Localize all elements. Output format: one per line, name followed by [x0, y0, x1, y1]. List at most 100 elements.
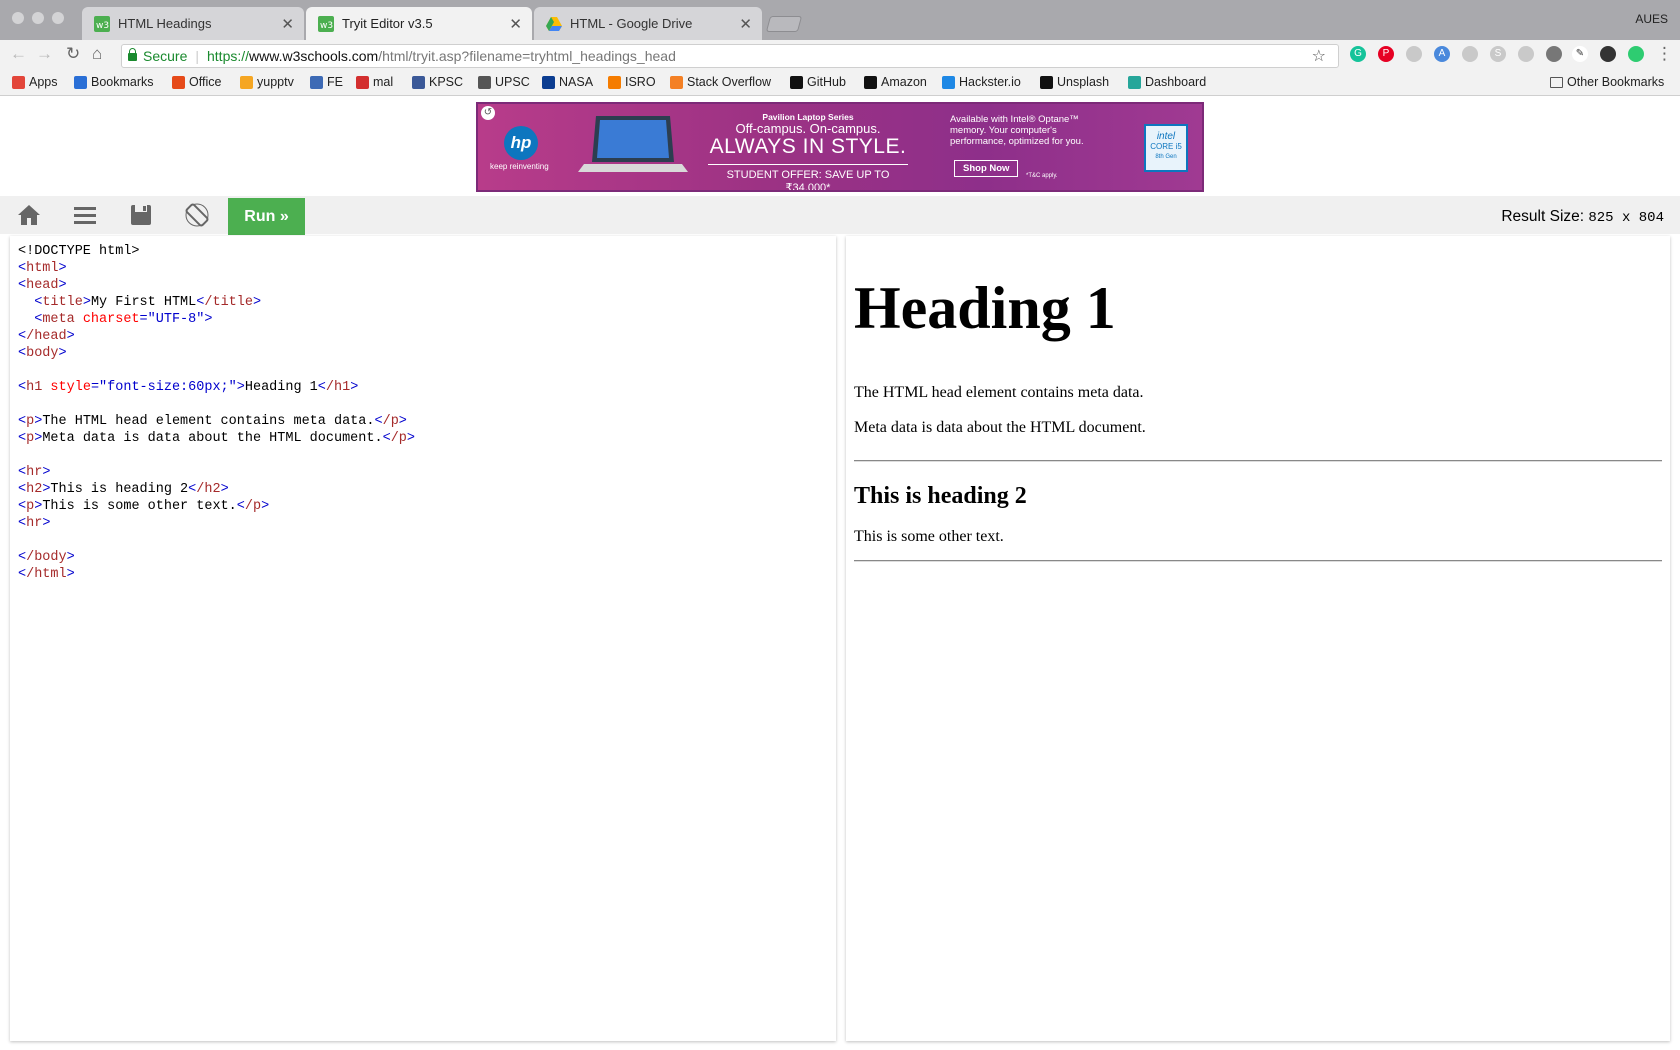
url-path: /html/tryit.asp?filename=tryhtml_heading…	[378, 48, 676, 64]
bookmark-github[interactable]: GitHub	[790, 75, 846, 89]
secure-label: Secure	[143, 48, 188, 64]
bookmark-mal[interactable]: mal	[356, 75, 393, 89]
ad-terms: *T&C apply.	[1026, 173, 1058, 179]
intel-brand: intel	[1156, 131, 1176, 142]
svg-text:w3: w3	[320, 21, 333, 31]
close-window-button[interactable]	[12, 12, 24, 24]
result-hr-2	[854, 560, 1662, 562]
bookmark-apps[interactable]: Apps	[12, 75, 58, 89]
bookmark-kpsc[interactable]: KPSC	[412, 75, 463, 89]
code-text[interactable]: <!DOCTYPE html> <html> <head> <title>My …	[18, 243, 415, 583]
close-tab-icon[interactable]: ✕	[509, 15, 522, 33]
result-paragraph-2: Meta data is data about the HTML documen…	[854, 419, 1146, 436]
code-editor[interactable]: <!DOCTYPE html> <html> <head> <title>My …	[10, 236, 836, 1041]
other-bookmarks-folder[interactable]: Other Bookmarks	[1550, 75, 1664, 89]
bookmark-label: Unsplash	[1057, 75, 1110, 89]
translate-extension-icon[interactable]: A	[1434, 46, 1450, 62]
browser-tab-strip: w3 HTML Headings ✕ w3 Tryit Editor v3.5 …	[0, 0, 1680, 40]
bookmark-nasa[interactable]: NASA	[542, 75, 593, 89]
home-icon[interactable]: ⌂	[92, 45, 102, 63]
puzzle-extension-icon[interactable]	[1546, 46, 1562, 62]
reload-icon[interactable]: ↻	[66, 45, 80, 63]
star-icon	[74, 75, 87, 89]
w3schools-favicon-icon: w3	[318, 15, 334, 32]
bookmark-label: Bookmarks	[91, 75, 154, 89]
pinterest-extension-icon[interactable]: P	[1378, 46, 1394, 62]
bookmark-amazon[interactable]: Amazon	[864, 75, 927, 89]
url-host: www.w3schools.com	[249, 48, 379, 64]
bookmark-label: Office	[189, 75, 222, 89]
save-icon[interactable]	[128, 202, 154, 228]
address-bar[interactable]: Secure | https://www.w3schools.com/html/…	[121, 44, 1339, 68]
bookmark-label: Hackster.io	[959, 75, 1021, 89]
bookmark-stack-overflow[interactable]: Stack Overflow	[670, 75, 771, 89]
hp-logo: hp	[504, 126, 538, 160]
bookmark-yupptv[interactable]: yupptv	[240, 75, 294, 89]
bookmark-dashboard[interactable]: Dashboard	[1128, 75, 1206, 89]
rotate-orientation-icon[interactable]	[184, 202, 210, 228]
url-protocol: https://	[207, 48, 250, 64]
forward-arrow-icon[interactable]: →	[36, 45, 53, 63]
laptop-image	[578, 116, 688, 172]
profile-name[interactable]: AUES	[1635, 12, 1668, 26]
lock-icon	[128, 48, 137, 61]
green-dot-extension-icon[interactable]	[1628, 46, 1644, 62]
tab-tryit-editor[interactable]: w3 Tryit Editor v3.5 ✕	[306, 7, 532, 40]
bookmark-upsc[interactable]: UPSC	[478, 75, 530, 89]
result-heading-1: Heading 1	[854, 275, 1116, 341]
bookmark-bookmarks[interactable]: Bookmarks	[74, 75, 154, 89]
result-size: Result Size: 825 x 804	[1501, 208, 1664, 226]
grammarly-extension-icon[interactable]: G	[1350, 46, 1366, 62]
pen-extension-icon[interactable]: ✎	[1572, 46, 1588, 62]
nasa-icon	[542, 75, 555, 89]
bookmarks-bar: Apps Bookmarks Office yupptv FE mal KPSC UPSC NA…	[0, 70, 1680, 96]
tab-google-drive[interactable]: HTML - Google Drive ✕	[534, 7, 762, 40]
run-button[interactable]: Run »	[228, 198, 305, 235]
minimize-window-button[interactable]	[32, 12, 44, 24]
svg-text:w3: w3	[96, 21, 109, 31]
advertisement-banner[interactable]: ↺ hp keep reinventing Pavilion Laptop Se…	[476, 102, 1204, 192]
skype-extension-icon[interactable]: S	[1490, 46, 1506, 62]
bookmark-unsplash[interactable]: Unsplash	[1040, 75, 1109, 89]
result-heading-2: This is heading 2	[854, 483, 1027, 509]
tab-title: Tryit Editor v3.5	[342, 16, 433, 31]
bookmark-office[interactable]: Office	[172, 75, 221, 89]
other-bookmarks-label: Other Bookmarks	[1567, 75, 1665, 89]
chrome-menu-icon[interactable]: ⋮	[1656, 45, 1673, 63]
tab-title: HTML Headings	[118, 16, 212, 31]
fe-icon	[310, 75, 323, 89]
bookmark-label: mal	[373, 75, 394, 89]
folder-icon	[1550, 76, 1563, 88]
maximize-window-button[interactable]	[52, 12, 64, 24]
shield-extension-icon[interactable]	[1406, 46, 1422, 62]
mal-icon	[356, 75, 369, 89]
ad-choices-icon[interactable]: ↺	[481, 106, 495, 120]
result-size-value: 825 x 804	[1588, 210, 1664, 226]
bookmark-hackster-io[interactable]: Hackster.io	[942, 75, 1021, 89]
result-paragraph-1: The HTML head element contains meta data…	[854, 384, 1144, 401]
shop-now-button[interactable]: Shop Now	[954, 160, 1019, 177]
new-tab-button[interactable]	[765, 16, 803, 32]
tab-html-headings[interactable]: w3 HTML Headings ✕	[82, 7, 304, 40]
close-tab-icon[interactable]: ✕	[739, 15, 752, 33]
bookmark-fe[interactable]: FE	[310, 75, 343, 89]
close-tab-icon[interactable]: ✕	[281, 15, 294, 33]
intel-core: CORE i5	[1150, 142, 1182, 151]
menu-icon[interactable]	[72, 202, 98, 228]
cloud-extension-icon[interactable]	[1462, 46, 1478, 62]
office-icon	[172, 75, 185, 89]
bookmark-label: GitHub	[807, 75, 846, 89]
stackoverflow-icon	[670, 75, 683, 89]
home-icon[interactable]	[16, 202, 42, 228]
result-hr-1	[854, 460, 1662, 462]
intel-gen: 8th Gen	[1155, 154, 1177, 160]
apps-grid-icon	[12, 75, 25, 89]
bookmark-isro[interactable]: ISRO	[608, 75, 656, 89]
bookmark-label: Amazon	[881, 75, 927, 89]
yupptv-icon	[240, 75, 253, 89]
w3schools-favicon-icon: w3	[94, 15, 110, 32]
notification-extension-icon[interactable]	[1600, 46, 1616, 62]
bookmark-star-icon[interactable]: ☆	[1312, 46, 1326, 66]
back-arrow-icon[interactable]: ←	[10, 45, 27, 63]
download-extension-icon[interactable]	[1518, 46, 1534, 62]
